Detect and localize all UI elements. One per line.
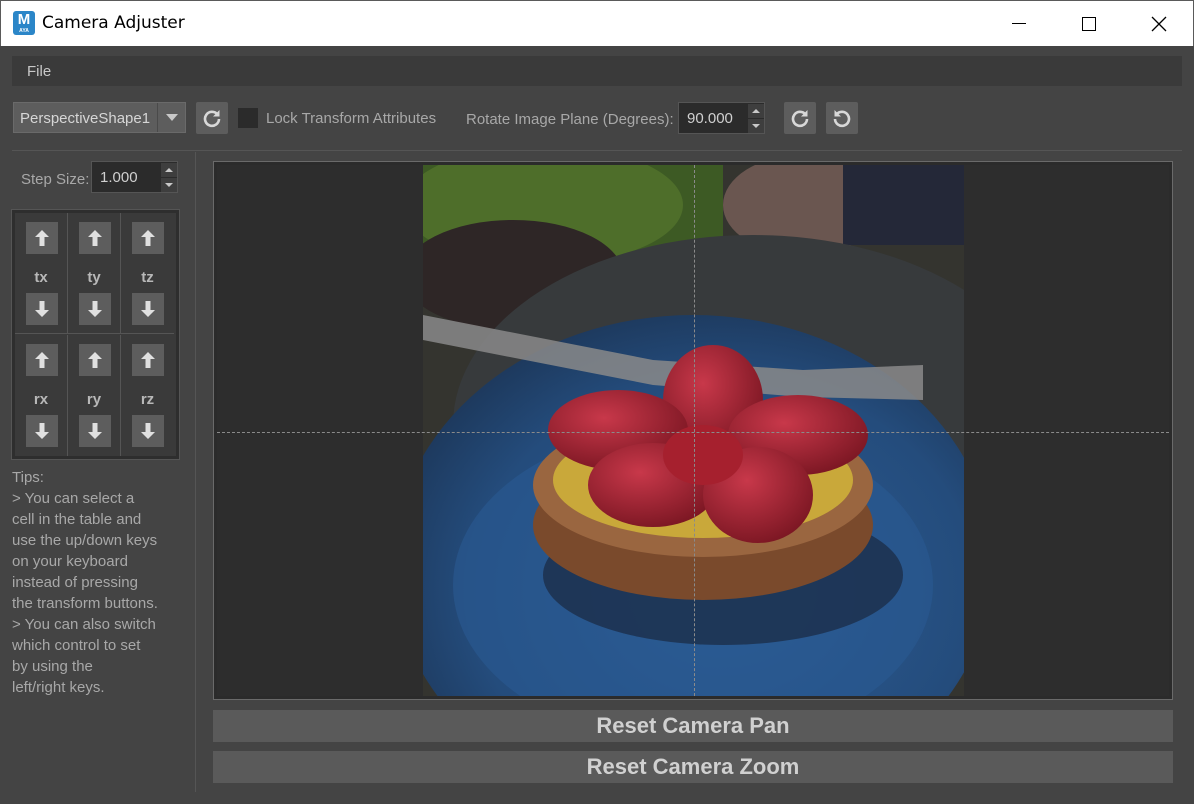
- camera-select-value: PerspectiveShape1: [20, 110, 151, 127]
- undo-icon: [833, 110, 851, 128]
- arrow-down-icon: [35, 423, 49, 439]
- step-decrement-button[interactable]: [161, 178, 177, 192]
- camera-select[interactable]: PerspectiveShape1: [13, 102, 186, 133]
- tz-decrease-button[interactable]: [132, 293, 164, 325]
- maximize-button[interactable]: [1066, 1, 1112, 46]
- camera-viewport-frame: [213, 161, 1173, 700]
- camera-viewport[interactable]: [217, 165, 1169, 696]
- tip-line: instead of pressing: [12, 574, 138, 591]
- transform-cell-ry[interactable]: ry: [68, 335, 121, 456]
- arrow-down-icon: [88, 423, 102, 439]
- maximize-icon: [1082, 16, 1096, 31]
- arrow-down-icon: [141, 301, 155, 317]
- camera-select-arrow[interactable]: [157, 103, 185, 132]
- step-size-label: Step Size:: [21, 171, 90, 188]
- transform-cell-rz[interactable]: rz: [121, 335, 174, 456]
- refresh-cameras-button[interactable]: [196, 102, 228, 134]
- window-title: Camera Adjuster: [42, 13, 185, 33]
- tip-line: Tips:: [12, 469, 44, 486]
- ty-increase-button[interactable]: [79, 222, 111, 254]
- rz-decrease-button[interactable]: [132, 415, 164, 447]
- step-size-spinbox[interactable]: [91, 161, 178, 193]
- crosshair-vertical: [694, 165, 695, 696]
- tip-line: left/right keys.: [12, 679, 105, 696]
- transform-label: rz: [140, 391, 155, 408]
- lock-transform-checkbox[interactable]: [238, 108, 258, 128]
- minimize-button[interactable]: [996, 1, 1042, 46]
- crosshair-horizontal: [217, 432, 1169, 433]
- transform-label: rx: [33, 391, 49, 408]
- rotate-decrement-button[interactable]: [748, 119, 764, 133]
- lock-transform-label: Lock Transform Attributes: [266, 110, 437, 127]
- panel-divider: [195, 152, 196, 792]
- arrow-up-icon: [88, 352, 102, 368]
- rx-decrease-button[interactable]: [26, 415, 58, 447]
- tx-decrease-button[interactable]: [26, 293, 58, 325]
- reset-camera-zoom-button[interactable]: Reset Camera Zoom: [213, 751, 1173, 783]
- step-size-input[interactable]: [92, 162, 162, 192]
- arrow-up-icon: [141, 230, 155, 246]
- arrow-up-icon: [141, 352, 155, 368]
- rotate-clockwise-button[interactable]: [784, 102, 816, 134]
- arrow-down-icon: [88, 301, 102, 317]
- menu-file[interactable]: File: [27, 63, 51, 80]
- transform-label: ty: [87, 269, 101, 286]
- transform-label: ry: [86, 391, 102, 408]
- arrow-up-icon: [35, 352, 49, 368]
- refresh-icon: [791, 110, 809, 128]
- chevron-down-icon: [165, 114, 178, 121]
- rotate-image-plane-input[interactable]: [679, 103, 749, 133]
- ty-decrease-button[interactable]: [79, 293, 111, 325]
- chevron-up-icon: [165, 168, 173, 172]
- transform-cell-rx[interactable]: rx: [15, 335, 68, 456]
- transform-table-body: tx ty tz rx ry rz: [15, 213, 176, 456]
- rotate-image-plane-spinbox[interactable]: [678, 102, 765, 134]
- tip-line: cell in the table and: [12, 511, 142, 528]
- arrow-up-icon: [35, 230, 49, 246]
- tip-line: which control to set: [12, 637, 141, 654]
- ry-decrease-button[interactable]: [79, 415, 111, 447]
- tip-line: use the up/down keys: [12, 532, 158, 549]
- transform-table: tx ty tz rx ry rz: [11, 209, 180, 460]
- rotate-image-plane-label: Rotate Image Plane (Degrees):: [466, 111, 674, 128]
- tz-increase-button[interactable]: [132, 222, 164, 254]
- arrow-down-icon: [141, 423, 155, 439]
- refresh-icon: [203, 110, 221, 128]
- chevron-down-icon: [165, 183, 173, 187]
- reset-camera-pan-button[interactable]: Reset Camera Pan: [213, 710, 1173, 742]
- tip-line: the transform buttons.: [12, 595, 158, 612]
- arrow-up-icon: [88, 230, 102, 246]
- rx-increase-button[interactable]: [26, 344, 58, 376]
- close-button[interactable]: [1136, 1, 1182, 46]
- app-icon: M AYA: [13, 11, 35, 35]
- tip-line: by using the: [12, 658, 93, 675]
- rotate-increment-button[interactable]: [748, 104, 764, 118]
- tip-line: > You can select a: [12, 490, 135, 507]
- transform-cell-ty[interactable]: ty: [68, 213, 121, 334]
- tx-increase-button[interactable]: [26, 222, 58, 254]
- toolbar-divider: [12, 150, 1182, 151]
- transform-cell-tz[interactable]: tz: [121, 213, 174, 334]
- chevron-down-icon: [752, 124, 760, 128]
- app-icon-letter: M: [17, 11, 31, 28]
- step-increment-button[interactable]: [161, 163, 177, 177]
- arrow-down-icon: [35, 301, 49, 317]
- transform-label: tx: [34, 269, 48, 286]
- title-bar: M AYA Camera Adjuster: [0, 0, 1194, 46]
- ry-increase-button[interactable]: [79, 344, 111, 376]
- transform-label: tz: [141, 269, 154, 286]
- menu-bar: File: [12, 56, 1182, 86]
- tip-line: on your keyboard: [12, 553, 128, 570]
- close-icon: [1151, 16, 1167, 31]
- rz-increase-button[interactable]: [132, 344, 164, 376]
- rotate-reset-button[interactable]: [826, 102, 858, 134]
- chevron-up-icon: [752, 109, 760, 113]
- transform-cell-tx[interactable]: tx: [15, 213, 68, 334]
- minimize-icon: [1012, 23, 1026, 24]
- app-icon-subtext: AYA: [19, 28, 29, 34]
- tip-line: > You can also switch: [12, 616, 156, 633]
- tips-text: Tips: > You can select a cell in the table…: [12, 467, 188, 698]
